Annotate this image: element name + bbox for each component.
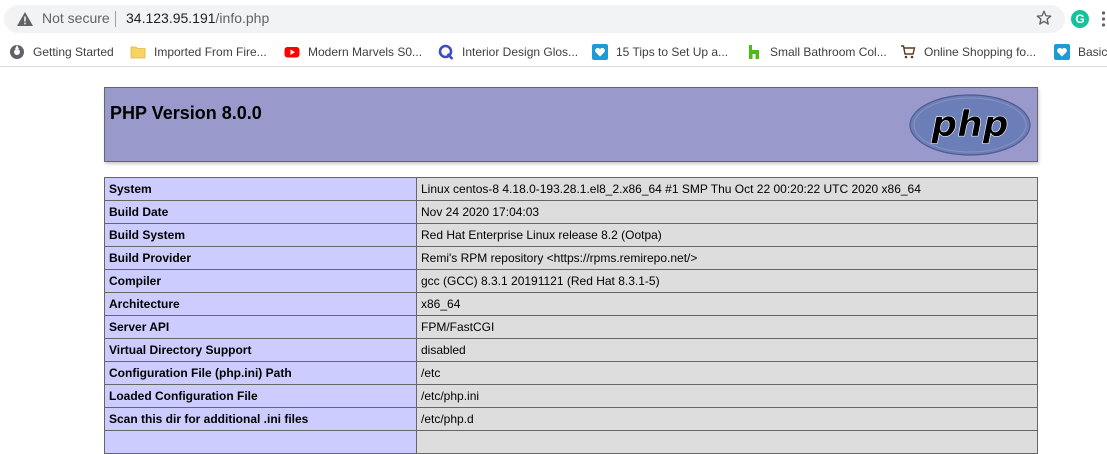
php-logo-text: php: [930, 104, 1008, 145]
grammarly-extension-icon[interactable]: G: [1071, 10, 1089, 28]
info-value: /etc: [416, 361, 1038, 385]
table-row: Scan this dir for additional .ini files /…: [104, 407, 1038, 431]
info-value: Nov 24 2020 17:04:03: [416, 200, 1038, 224]
url-host: 34.123.95.191: [126, 10, 216, 26]
url-text[interactable]: 34.123.95.191/info.php: [126, 10, 269, 26]
youtube-icon: [284, 47, 300, 58]
info-key: Build System: [104, 223, 417, 247]
folder-icon: [130, 46, 146, 59]
address-bar: Not secure 34.123.95.191/info.php G: [0, 0, 1107, 38]
info-value: Remi's RPM repository <https://rpms.remi…: [416, 246, 1038, 270]
url-path: /info.php: [215, 10, 270, 26]
phpinfo-header: PHP Version 8.0.0 php: [104, 87, 1038, 162]
table-row: Virtual Directory Support disabled: [104, 338, 1038, 362]
table-row: Build Provider Remi's RPM repository <htt…: [104, 246, 1038, 270]
q-logo-icon: [438, 44, 454, 60]
table-row: Build System Red Hat Enterprise Linux rel…: [104, 223, 1038, 247]
system-info-table: System Linux centos-8 4.18.0-193.28.1.el8…: [104, 177, 1038, 454]
page-title: PHP Version 8.0.0: [110, 103, 262, 123]
table-row: System Linux centos-8 4.18.0-193.28.1.el8…: [104, 177, 1038, 201]
table-row: Loaded Configuration File/etc/php.ini: [104, 384, 1038, 408]
bookmarks-bar: Getting Started Imported From Fire... Mo…: [0, 38, 1107, 67]
info-value: /etc/php.ini: [416, 384, 1038, 408]
bookmark-label: Imported From Fire...: [154, 45, 267, 59]
bookmark-label: 15 Tips to Set Up a...: [616, 45, 729, 59]
table-row: Server API FPM/FastCGI: [104, 315, 1038, 339]
security-status[interactable]: Not secure: [42, 10, 110, 26]
info-key: Server API: [104, 315, 417, 339]
table-row: Architecture x86_64: [104, 292, 1038, 316]
bookmark-label: Getting Started: [33, 45, 114, 59]
info-value: disabled: [416, 338, 1038, 362]
info-value: Red Hat Enterprise Linux release 8.2 (Oo…: [416, 223, 1038, 247]
info-key: Configuration File (php.ini) Path: [104, 361, 417, 385]
warning-icon[interactable]: [17, 12, 33, 26]
info-key: Scan this dir for additional .ini files: [104, 407, 417, 431]
bookmark-star-icon[interactable]: [1035, 9, 1053, 27]
bookmark-label: Online Shopping fo...: [924, 45, 1037, 59]
info-key: System: [104, 177, 417, 201]
info-key: Architecture: [104, 292, 417, 316]
bookmark-label: Modern Marvels S0...: [308, 45, 423, 59]
info-value: FPM/FastCGI: [416, 315, 1038, 339]
cart-icon: [901, 45, 916, 59]
table-row: Compiler gcc (GCC) 8.3.1 20191121 (Red Ha…: [104, 269, 1038, 293]
table-row: Build Date Nov 24 2020 17:04:03: [104, 200, 1038, 224]
info-value: x86_64: [416, 292, 1038, 316]
info-key: Build Provider: [104, 246, 417, 270]
phpinfo-content: PHP Version 8.0.0 php System Linux centos…: [104, 87, 1038, 454]
menu-kebab-icon[interactable]: [1100, 10, 1107, 28]
table-row: Configuration File (php.ini) Path/etc: [104, 361, 1038, 385]
bookmark-label: Small Bathroom Col...: [770, 45, 887, 59]
bookmark-label: Interior Design Glos...: [462, 45, 579, 59]
omnibox[interactable]: Not secure 34.123.95.191/info.php: [4, 5, 1065, 33]
heart-icon: [592, 44, 608, 60]
info-value: Linux centos-8 4.18.0-193.28.1.el8_2.x86…: [416, 177, 1038, 201]
info-key: Virtual Directory Support: [104, 338, 417, 362]
separator: [115, 11, 116, 27]
info-value: gcc (GCC) 8.3.1 20191121 (Red Hat 8.3.1-…: [416, 269, 1038, 293]
php-logo[interactable]: php: [909, 94, 1031, 156]
heart-icon: [1054, 44, 1070, 60]
info-key: Compiler: [104, 269, 417, 293]
info-key: Loaded Configuration File: [104, 384, 417, 408]
info-value: /etc/php.d: [416, 407, 1038, 431]
bookmark-label: Basic: [1078, 45, 1107, 59]
info-key: Build Date: [104, 200, 417, 224]
gear-globe-icon: [10, 45, 24, 59]
houzz-icon: [749, 45, 759, 59]
